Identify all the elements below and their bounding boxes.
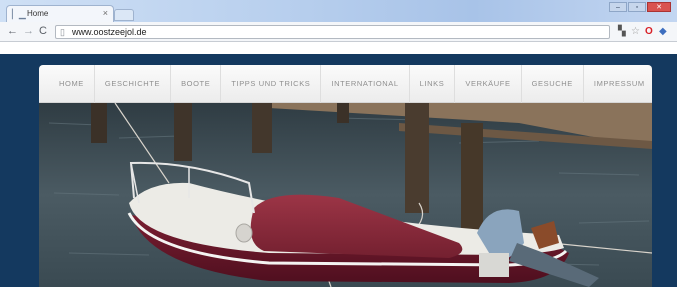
menu-item-verkaeufe[interactable]: VERKÄUFE (455, 65, 522, 103)
back-arrow-icon[interactable]: ← (7, 25, 18, 37)
new-tab-button[interactable] (114, 9, 134, 21)
jetty-post (337, 103, 349, 123)
jetty-post (91, 103, 107, 143)
jetty-post (405, 103, 429, 213)
hero-image (39, 103, 652, 287)
jetty-post (174, 103, 192, 161)
tab-close-button[interactable]: × (103, 8, 108, 18)
menu-item-gesuche[interactable]: GESUCHE (522, 65, 584, 103)
translate-icon[interactable]: ▚ (618, 26, 626, 37)
window-controls: – ▫ ✕ (609, 2, 671, 12)
tab-strip: ▏▁ Home × – ▫ ✕ (0, 0, 677, 22)
jetty-post (252, 103, 272, 153)
menu-item-home[interactable]: HOME (49, 65, 95, 103)
address-bar[interactable]: ▯ www.oostzeejol.de (55, 25, 610, 39)
menu-item-tipps-und-tricks[interactable]: TIPPS UND TRICKS (221, 65, 322, 103)
minimize-button[interactable]: – (609, 2, 627, 12)
porthole (235, 223, 253, 243)
browser-tab[interactable]: ▏▁ Home × (6, 5, 114, 22)
main-menu: HOME GESCHICHTE BOOTE TIPPS UND TRICKS I… (39, 65, 652, 103)
maximize-button[interactable]: ▫ (628, 2, 646, 12)
menu-item-geschichte[interactable]: GESCHICHTE (95, 65, 172, 103)
menu-item-links[interactable]: LINKS (410, 65, 456, 103)
web-page: HOME GESCHICHTE BOOTE TIPPS UND TRICKS I… (0, 42, 677, 287)
extension-icon[interactable]: ◆ (659, 26, 667, 37)
page-icon: ▯ (60, 27, 65, 37)
menu-item-impressum[interactable]: IMPRESSUM (584, 65, 652, 103)
menu-item-boote[interactable]: BOOTE (171, 65, 222, 103)
browser-toolbar: ← → C ▯ www.oostzeejol.de ▚ ☆ O ◆ (0, 22, 677, 42)
menu-item-international[interactable]: INTERNATIONAL (321, 65, 410, 103)
jetty-post (461, 123, 483, 243)
tab-title: Home (27, 9, 49, 18)
close-window-button[interactable]: ✕ (647, 2, 671, 12)
url-text[interactable]: www.oostzeejol.de (72, 27, 147, 37)
star-icon[interactable]: ☆ (631, 26, 640, 37)
forward-arrow-icon[interactable]: → (23, 25, 34, 37)
opera-extension-icon[interactable]: O (645, 26, 653, 37)
reload-icon[interactable]: C (39, 25, 47, 37)
outboard-bracket (479, 253, 509, 277)
site-content: HOME GESCHICHTE BOOTE TIPPS UND TRICKS I… (39, 65, 652, 287)
favicon-icon: ▏▁ (12, 9, 26, 19)
